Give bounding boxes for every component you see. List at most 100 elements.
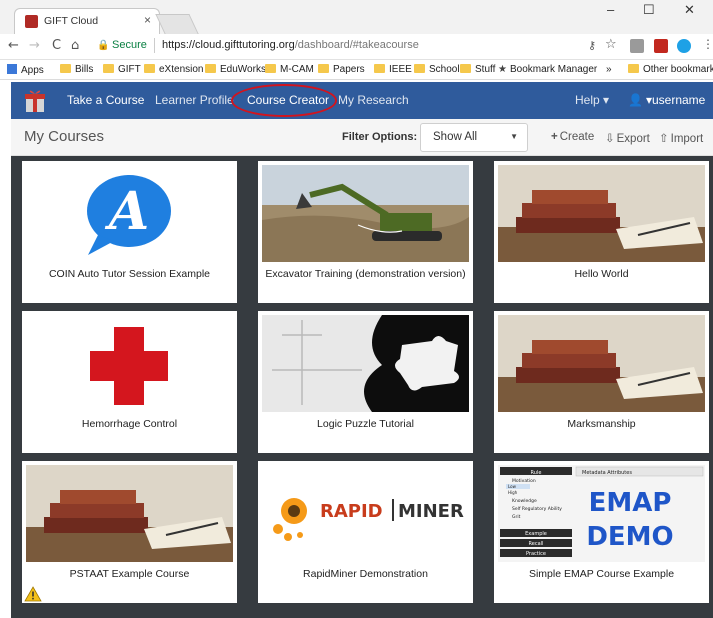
bookmark-stuff[interactable]: Stuff (460, 64, 495, 75)
browser-tab-strip: GIFT Cloud × – ☐ ✕ (0, 0, 713, 34)
course-card[interactable]: Hemorrhage Control (22, 311, 237, 453)
bookmark-extension[interactable]: eXtension (144, 64, 203, 75)
key-icon[interactable]: ⚷ (588, 39, 596, 52)
books-image (498, 315, 705, 412)
bookmark-bills[interactable]: Bills (60, 64, 93, 75)
import-button[interactable]: ⇧ Import (659, 131, 703, 145)
course-card[interactable]: A COIN Auto Tutor Session Example (22, 161, 237, 303)
bookmark-gift[interactable]: GIFT (103, 64, 141, 75)
gift-box-icon[interactable] (25, 87, 45, 113)
nav-learner-profile[interactable]: Learner Profile (155, 93, 234, 107)
skype-icon[interactable] (677, 39, 691, 53)
bookmark-manager[interactable]: ★ Bookmark Manager (498, 64, 597, 75)
forward-icon[interactable]: → (29, 38, 40, 53)
course-thumbnail (262, 165, 469, 262)
maximize-icon[interactable]: ☐ (643, 2, 655, 18)
emap-panel-row: High (508, 490, 518, 495)
course-title: Marksmanship (567, 418, 636, 430)
extension-icon[interactable] (630, 39, 644, 53)
warning-icon[interactable] (24, 586, 42, 602)
bookmark-eduworks[interactable]: EduWorks (205, 64, 266, 75)
tab-close-icon[interactable]: × (144, 13, 151, 27)
user-icon: 👤 (628, 93, 643, 107)
course-title: RapidMiner Demonstration (303, 568, 428, 580)
course-card[interactable]: PSTAAT Example Course (22, 461, 237, 603)
bookmark-label: Bookmark Manager (509, 64, 598, 75)
folder-icon (205, 64, 216, 73)
menu-icon[interactable]: ⋮ (702, 37, 713, 51)
nav-help[interactable]: Help ▾ (575, 93, 609, 107)
folder-icon (460, 64, 471, 73)
course-thumbnail (498, 165, 705, 262)
emap-panel-row: Rule (531, 470, 542, 476)
username-label: ▾username (645, 93, 706, 107)
minimize-icon[interactable]: – (607, 2, 614, 17)
nav-take-course[interactable]: Take a Course (67, 93, 144, 107)
reload-icon[interactable]: C (52, 38, 61, 53)
url-divider (154, 38, 155, 53)
emap-panel-row: Example (525, 531, 547, 537)
address-bar-row: ← → C ⌂ 🔒 Secure https://cloud.gifttutor… (0, 34, 713, 60)
course-title: PSTAAT Example Course (69, 568, 190, 580)
new-tab-button[interactable] (155, 14, 199, 34)
course-card[interactable]: Hello World (494, 161, 709, 303)
course-thumbnail (26, 315, 233, 412)
course-card[interactable]: Marksmanship (494, 311, 709, 453)
course-title: Simple EMAP Course Example (528, 568, 675, 580)
url-input[interactable]: 🔒 Secure https://cloud.gifttutoring.org/… (92, 36, 608, 57)
course-card[interactable]: RAPID MINER RapidMiner Demonstration (258, 461, 473, 603)
page-title: My Courses (24, 128, 105, 145)
filter-label: Filter Options: (342, 131, 418, 143)
rapidminer-logo-icon: RAPID MINER (273, 498, 464, 541)
emap-panel-row: Recall (529, 541, 544, 547)
nav-user-menu[interactable]: 👤 ▾username (628, 93, 705, 107)
home-icon[interactable]: ⌂ (71, 38, 79, 53)
bookmark-apps[interactable]: Apps (7, 64, 44, 76)
tab-title: GIFT Cloud (44, 15, 99, 27)
bookmark-mcam[interactable]: M-CAM (265, 64, 314, 75)
course-card[interactable]: Logic Puzzle Tutorial (258, 311, 473, 453)
emap-demo-image: Rule Motivation Low High Knowledge Self … (498, 465, 705, 562)
bookmarks-overflow[interactable]: » (606, 64, 612, 75)
emap-line1: EMAP (589, 488, 672, 518)
bookmark-ieee[interactable]: IEEE (374, 64, 412, 75)
window-close-icon[interactable]: ✕ (684, 2, 695, 18)
folder-icon (103, 64, 114, 73)
bookmark-papers[interactable]: Papers (318, 64, 365, 75)
bookmark-label: M-CAM (280, 64, 314, 75)
bookmark-school[interactable]: School (414, 64, 460, 75)
pdf-icon[interactable] (654, 39, 668, 53)
folder-icon (414, 64, 425, 73)
emap-panel-row: Self Regulatory Ability (512, 506, 562, 512)
folder-icon (318, 64, 329, 73)
back-icon[interactable]: ← (8, 38, 19, 53)
filter-select[interactable]: Show All ▼ (420, 123, 528, 152)
course-card[interactable]: Excavator Training (demonstration versio… (258, 161, 473, 303)
folder-icon (628, 64, 639, 73)
bookmark-other[interactable]: Other bookmarks (628, 64, 713, 75)
browser-tab[interactable]: GIFT Cloud × (14, 8, 160, 34)
emap-panel-row: Grit (512, 514, 521, 520)
create-button[interactable]: + Create (551, 131, 594, 143)
bookmark-label: Apps (21, 65, 44, 76)
export-button[interactable]: ⇩ Export (605, 131, 650, 145)
course-thumbnail (262, 315, 469, 412)
gift-favicon-icon (25, 15, 38, 28)
emap-panel-row: Practice (526, 551, 546, 557)
emap-panel-row: Low (508, 484, 517, 489)
url-host: https://cloud.gifttutoring.org (162, 39, 295, 51)
red-cross-icon (90, 327, 168, 405)
nav-my-research[interactable]: My Research (338, 93, 409, 107)
star-icon[interactable]: ☆ (605, 37, 617, 52)
rapidminer-logo-left: RAPID (320, 501, 383, 522)
bookmarks-bar: Apps Bills GIFT eXtension EduWorks M-CAM… (0, 60, 713, 80)
books-image (26, 465, 233, 562)
bookmark-label: Bills (75, 64, 94, 75)
course-title: Logic Puzzle Tutorial (317, 418, 414, 430)
course-card[interactable]: Rule Motivation Low High Knowledge Self … (494, 461, 709, 603)
courses-toolbar: My Courses Filter Options: Show All ▼ + C… (11, 119, 713, 156)
puzzle-image (262, 315, 469, 412)
create-label: Create (559, 131, 595, 143)
url-text: https://cloud.gifttutoring.org/dashboard… (162, 39, 419, 51)
secure-label: Secure (112, 39, 147, 51)
